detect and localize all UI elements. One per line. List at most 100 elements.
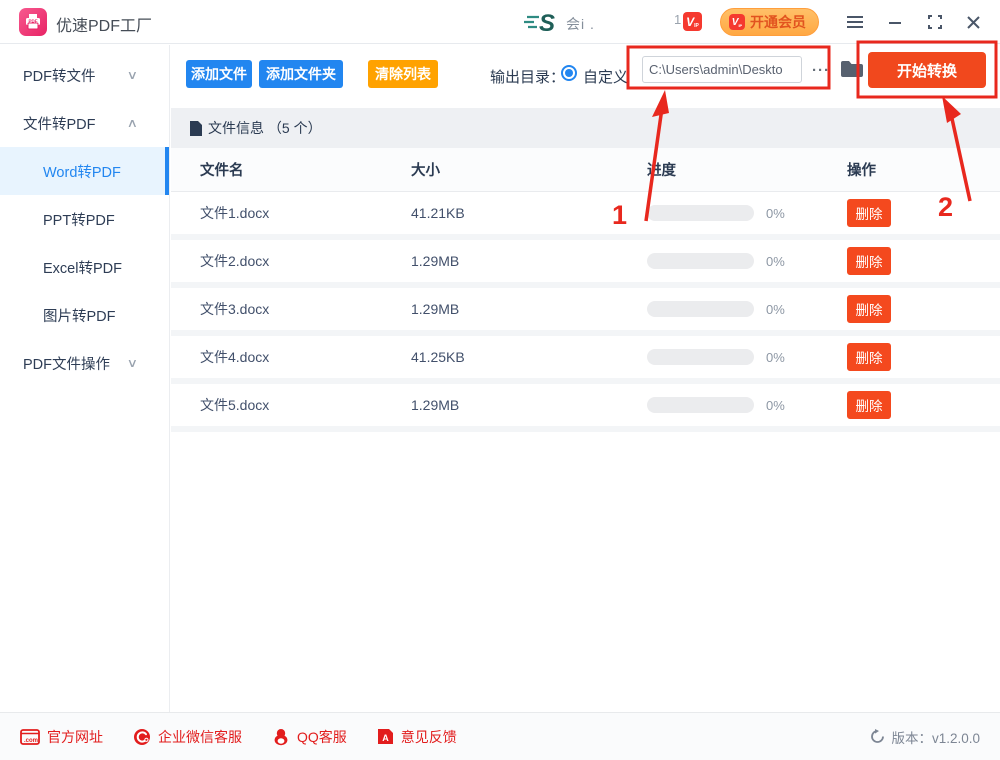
progress-bar (647, 205, 754, 221)
wechat-service-link[interactable]: 企业微信客服 (133, 727, 242, 747)
sidebar-item-file-to-pdf[interactable]: 文件转PDF ∧ (0, 99, 169, 147)
document-icon (190, 120, 202, 136)
speed-s-logo-icon: S (524, 8, 560, 41)
wechat-service-icon (134, 728, 150, 745)
progress-percent: 0% (766, 397, 785, 413)
add-folder-button[interactable]: 添加文件夹 (259, 60, 343, 88)
footer-link-label: 企业微信客服 (158, 728, 242, 745)
output-path-input[interactable] (642, 56, 802, 83)
file-table: 文件1.docx 41.21KB 0% 删除 文件2.docx 1.29MB 0… (171, 192, 1000, 432)
delete-button[interactable]: 删除 (847, 247, 891, 275)
progress-percent: 0% (766, 301, 785, 317)
custom-dir-label: 自定义 (583, 69, 629, 86)
version-label: 版本：v1.2.0.0 (891, 730, 980, 746)
output-dir-label: 输出目录： (490, 69, 566, 86)
open-vip-label: 开通会员 (750, 14, 806, 30)
file-name: 文件4.docx (200, 349, 270, 365)
qq-icon (274, 728, 288, 745)
column-header-size: 大小 (411, 163, 440, 179)
sidebar-item-word-to-pdf[interactable]: Word转PDF (0, 147, 169, 195)
file-size: 1.29MB (411, 253, 460, 269)
file-name: 文件3.docx (200, 301, 270, 317)
progress-bar (647, 253, 754, 269)
update-refresh-icon (871, 729, 885, 743)
footer-link-label: 官方网址 (47, 728, 103, 745)
website-icon: .com (20, 728, 40, 745)
version-info: 版本：v1.2.0.0 (870, 727, 980, 747)
app-title: 优速PDF工厂 (56, 18, 153, 35)
custom-dir-radio[interactable] (561, 65, 577, 81)
menu-icon[interactable] (844, 11, 866, 33)
sidebar-item-label: Word转PDF (43, 164, 121, 181)
sidebar-item-label: PDF转文件 (23, 68, 96, 85)
sidebar-item-label: PPT转PDF (43, 212, 115, 229)
file-size: 41.25KB (411, 349, 465, 365)
file-name: 文件1.docx (200, 205, 270, 221)
qq-service-link[interactable]: QQ客服 (272, 727, 347, 747)
toolbar: 添加文件 添加文件夹 清除列表 输出目录： 自定义 ··· 开始转换 (171, 45, 1000, 100)
progress-bar (647, 349, 754, 365)
sidebar-item-pdf-to-file[interactable]: PDF转文件 ∨ (0, 51, 169, 99)
footer-link-label: 意见反馈 (400, 728, 457, 745)
table-row: 文件1.docx 41.21KB 0% 删除 (171, 192, 1000, 240)
chevron-down-icon: ∨ (126, 356, 139, 370)
table-row: 文件2.docx 1.29MB 0% 删除 (171, 240, 1000, 288)
official-website-link[interactable]: .com 官方网址 (20, 727, 103, 747)
app-logo-icon: PDF (19, 8, 47, 36)
clear-list-button[interactable]: 清除列表 (368, 60, 438, 88)
minimize-icon[interactable] (884, 11, 906, 33)
progress-bar (647, 397, 754, 413)
column-header-name: 文件名 (200, 163, 244, 179)
sidebar-item-label: 文件转PDF (23, 116, 96, 133)
footer: .com 官方网址 企业微信客服 QQ客服 A 意见反馈 版本：v1.2.0.0 (0, 712, 1000, 760)
close-icon[interactable] (962, 11, 984, 33)
sidebar-item-label: 图片转PDF (43, 308, 116, 325)
table-row: 文件4.docx 41.25KB 0% 删除 (171, 336, 1000, 384)
app-window: PDF 优速PDF工厂 S 会i . 1 V IP V IP 开通会员 PDF转… (0, 0, 1000, 760)
progress-percent: 0% (766, 253, 785, 269)
footer-link-label: QQ客服 (297, 728, 347, 745)
start-convert-button[interactable]: 开始转换 (868, 52, 986, 88)
sidebar: PDF转文件 ∨ 文件转PDF ∧ Word转PDF PPT转PDF Excel… (0, 45, 170, 712)
browse-more-button[interactable]: ··· (808, 58, 834, 82)
file-size: 1.29MB (411, 397, 460, 413)
account-mark: 1 (674, 12, 682, 27)
open-folder-icon[interactable] (839, 58, 865, 82)
progress-percent: 0% (766, 205, 785, 221)
table-row: 文件5.docx 1.29MB 0% 删除 (171, 384, 1000, 432)
progress-bar (647, 301, 754, 317)
vip-badge-icon: V IP (729, 14, 745, 30)
file-info-label: 文件信息 （5 个） (208, 120, 322, 136)
delete-button[interactable]: 删除 (847, 391, 891, 419)
feedback-icon: A (377, 729, 393, 744)
delete-button[interactable]: 删除 (847, 343, 891, 371)
vip-badge-icon: V IP (683, 12, 702, 31)
column-header-action: 操作 (847, 163, 876, 179)
sidebar-item-label: PDF文件操作 (23, 356, 110, 373)
chevron-down-icon: ∨ (126, 68, 139, 82)
file-name: 文件2.docx (200, 253, 270, 269)
title-bar: PDF 优速PDF工厂 S 会i . 1 V IP V IP 开通会员 (0, 0, 1000, 44)
maximize-icon[interactable] (924, 11, 946, 33)
file-info-bar: 文件信息 （5 个） (171, 108, 1000, 148)
sidebar-item-image-to-pdf[interactable]: 图片转PDF (0, 291, 169, 339)
file-size: 1.29MB (411, 301, 460, 317)
sidebar-item-excel-to-pdf[interactable]: Excel转PDF (0, 243, 169, 291)
delete-button[interactable]: 删除 (847, 199, 891, 227)
delete-button[interactable]: 删除 (847, 295, 891, 323)
svg-text:PDF: PDF (29, 19, 38, 24)
feedback-link[interactable]: A 意见反馈 (377, 727, 457, 747)
chevron-up-icon: ∧ (126, 116, 139, 130)
file-size: 41.21KB (411, 205, 465, 221)
add-file-button[interactable]: 添加文件 (186, 60, 252, 88)
progress-percent: 0% (766, 349, 785, 365)
file-name: 文件5.docx (200, 397, 270, 413)
table-row: 文件3.docx 1.29MB 0% 删除 (171, 288, 1000, 336)
column-header-progress: 进度 (647, 163, 676, 179)
account-name: 会i . (566, 16, 595, 32)
sidebar-item-label: Excel转PDF (43, 260, 122, 277)
open-vip-button[interactable]: V IP 开通会员 (720, 8, 819, 36)
sidebar-item-ppt-to-pdf[interactable]: PPT转PDF (0, 195, 169, 243)
svg-text:A: A (382, 733, 389, 743)
sidebar-item-pdf-file-ops[interactable]: PDF文件操作 ∨ (0, 339, 169, 387)
